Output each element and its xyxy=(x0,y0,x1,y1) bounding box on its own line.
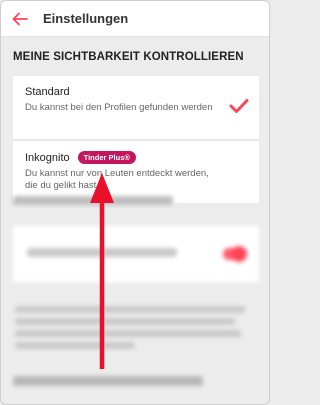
checkmark-icon xyxy=(229,99,249,113)
tinder-plus-badge: Tinder Plus® xyxy=(77,151,136,164)
option-description: Du kannst bei den Profilen gefunden werd… xyxy=(25,102,213,113)
annotation-arrow xyxy=(90,173,114,369)
section-heading: MEINE SICHTBARKEIT KONTROLLIEREN xyxy=(13,51,244,63)
option-title: Inkognito xyxy=(25,151,70,164)
arrow-left-icon xyxy=(12,12,28,25)
option-description: Du kannst nur von Leuten entdeckt werden… xyxy=(25,168,209,191)
top-bar: Einstellungen xyxy=(1,1,269,37)
settings-screen: Einstellungen MEINE SICHTBARKEIT KONTROL… xyxy=(0,0,270,405)
option-title: Standard xyxy=(25,86,70,98)
option-standard[interactable]: Standard Du kannst bei den Profilen gefu… xyxy=(13,76,259,140)
option-incognito[interactable]: Inkognito Tinder Plus® Du kannst nur von… xyxy=(13,141,259,203)
blurred-background-content xyxy=(1,196,269,404)
back-button[interactable] xyxy=(5,1,35,37)
page-title: Einstellungen xyxy=(43,11,129,26)
